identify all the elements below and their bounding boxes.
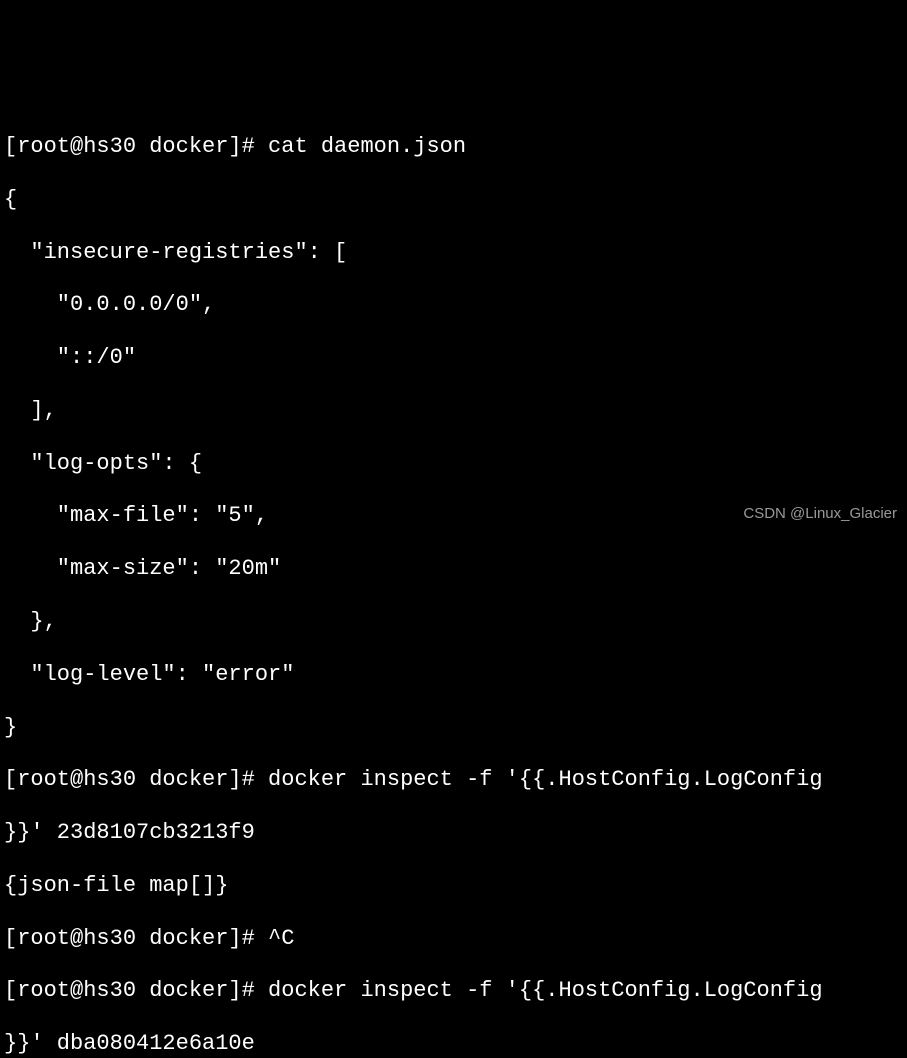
watermark-text: CSDN @Linux_Glacier [743, 505, 897, 523]
terminal-line: ], [4, 398, 903, 424]
terminal-line: "::/0" [4, 345, 903, 371]
terminal-line: } [4, 715, 903, 741]
terminal-line: [root@hs30 docker]# cat daemon.json [4, 134, 903, 160]
terminal-output[interactable]: [root@hs30 docker]# cat daemon.json { "i… [4, 108, 903, 1058]
terminal-line: [root@hs30 docker]# docker inspect -f '{… [4, 978, 903, 1004]
terminal-line: "0.0.0.0/0", [4, 292, 903, 318]
terminal-line: }}' dba080412e6a10e [4, 1031, 903, 1057]
terminal-line: "max-size": "20m" [4, 556, 903, 582]
terminal-line: }}' 23d8107cb3213f9 [4, 820, 903, 846]
terminal-line: "insecure-registries": [ [4, 240, 903, 266]
terminal-line: [root@hs30 docker]# ^C [4, 926, 903, 952]
terminal-line: { [4, 187, 903, 213]
terminal-line: {json-file map[]} [4, 873, 903, 899]
terminal-line: }, [4, 609, 903, 635]
terminal-line: "log-level": "error" [4, 662, 903, 688]
terminal-line: [root@hs30 docker]# docker inspect -f '{… [4, 767, 903, 793]
terminal-line: "log-opts": { [4, 451, 903, 477]
